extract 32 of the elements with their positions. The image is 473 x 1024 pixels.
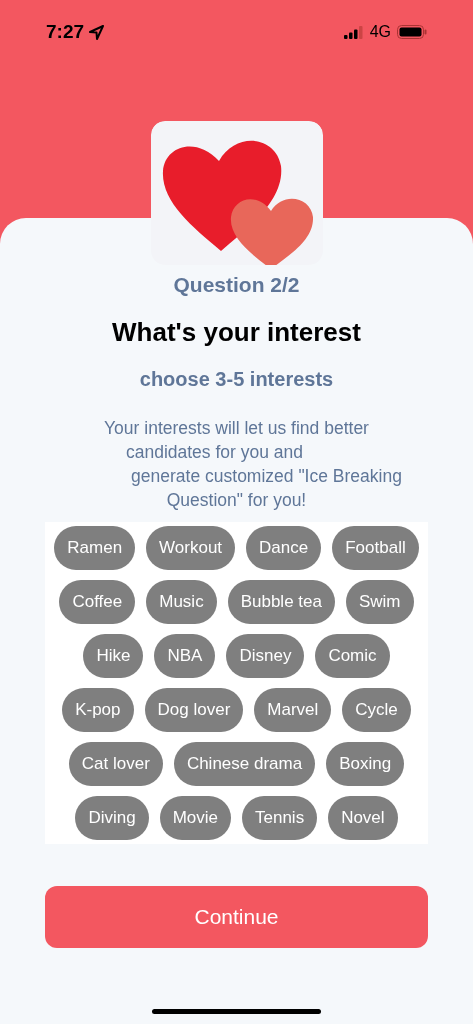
interest-chip[interactable]: Swim xyxy=(345,579,414,624)
interest-chip[interactable]: Music xyxy=(146,579,217,624)
battery-icon xyxy=(397,25,427,39)
interest-chip[interactable]: K-pop xyxy=(62,687,134,732)
interest-chip[interactable]: Movie xyxy=(159,795,231,840)
interest-chip[interactable]: Boxing xyxy=(326,741,405,786)
location-arrow-icon xyxy=(88,23,106,41)
interest-chip[interactable]: Diving xyxy=(75,795,149,840)
interest-chip[interactable]: Disney xyxy=(226,633,305,678)
interest-chip[interactable]: Chinese drama xyxy=(173,741,316,786)
continue-button[interactable]: Continue xyxy=(45,885,428,948)
interest-chip[interactable]: Dog lover xyxy=(144,687,244,732)
interest-chip[interactable]: Dance xyxy=(246,525,322,570)
interest-chip[interactable]: Coffee xyxy=(59,579,136,624)
interest-chip[interactable]: Ramen xyxy=(54,525,136,570)
interest-chip[interactable]: Cycle xyxy=(342,687,411,732)
interest-chip[interactable]: Cat lover xyxy=(68,741,163,786)
question-title: What's your interest xyxy=(112,315,361,349)
interest-chip[interactable]: Hike xyxy=(83,633,144,678)
interest-chip[interactable]: Marvel xyxy=(254,687,332,732)
interest-chip[interactable]: Novel xyxy=(328,795,398,840)
signal-icon xyxy=(343,25,364,39)
interest-chip[interactable]: Bubble tea xyxy=(227,579,335,624)
interest-chip[interactable]: Comic xyxy=(315,633,390,678)
description: Your interests will let us find better candidates for you and generate customized "Ice Breaking Question" for you! xyxy=(103,416,402,512)
subtitle: choose 3-5 interests xyxy=(139,366,334,392)
status-time: 7:27 xyxy=(46,19,85,44)
network-label: 4G xyxy=(369,22,391,42)
interest-chip[interactable]: Tennis xyxy=(242,795,318,840)
interest-chip[interactable]: NBA xyxy=(154,633,216,678)
interest-chip[interactable]: Football xyxy=(332,525,419,570)
interest-chip[interactable]: Workout xyxy=(146,525,236,570)
